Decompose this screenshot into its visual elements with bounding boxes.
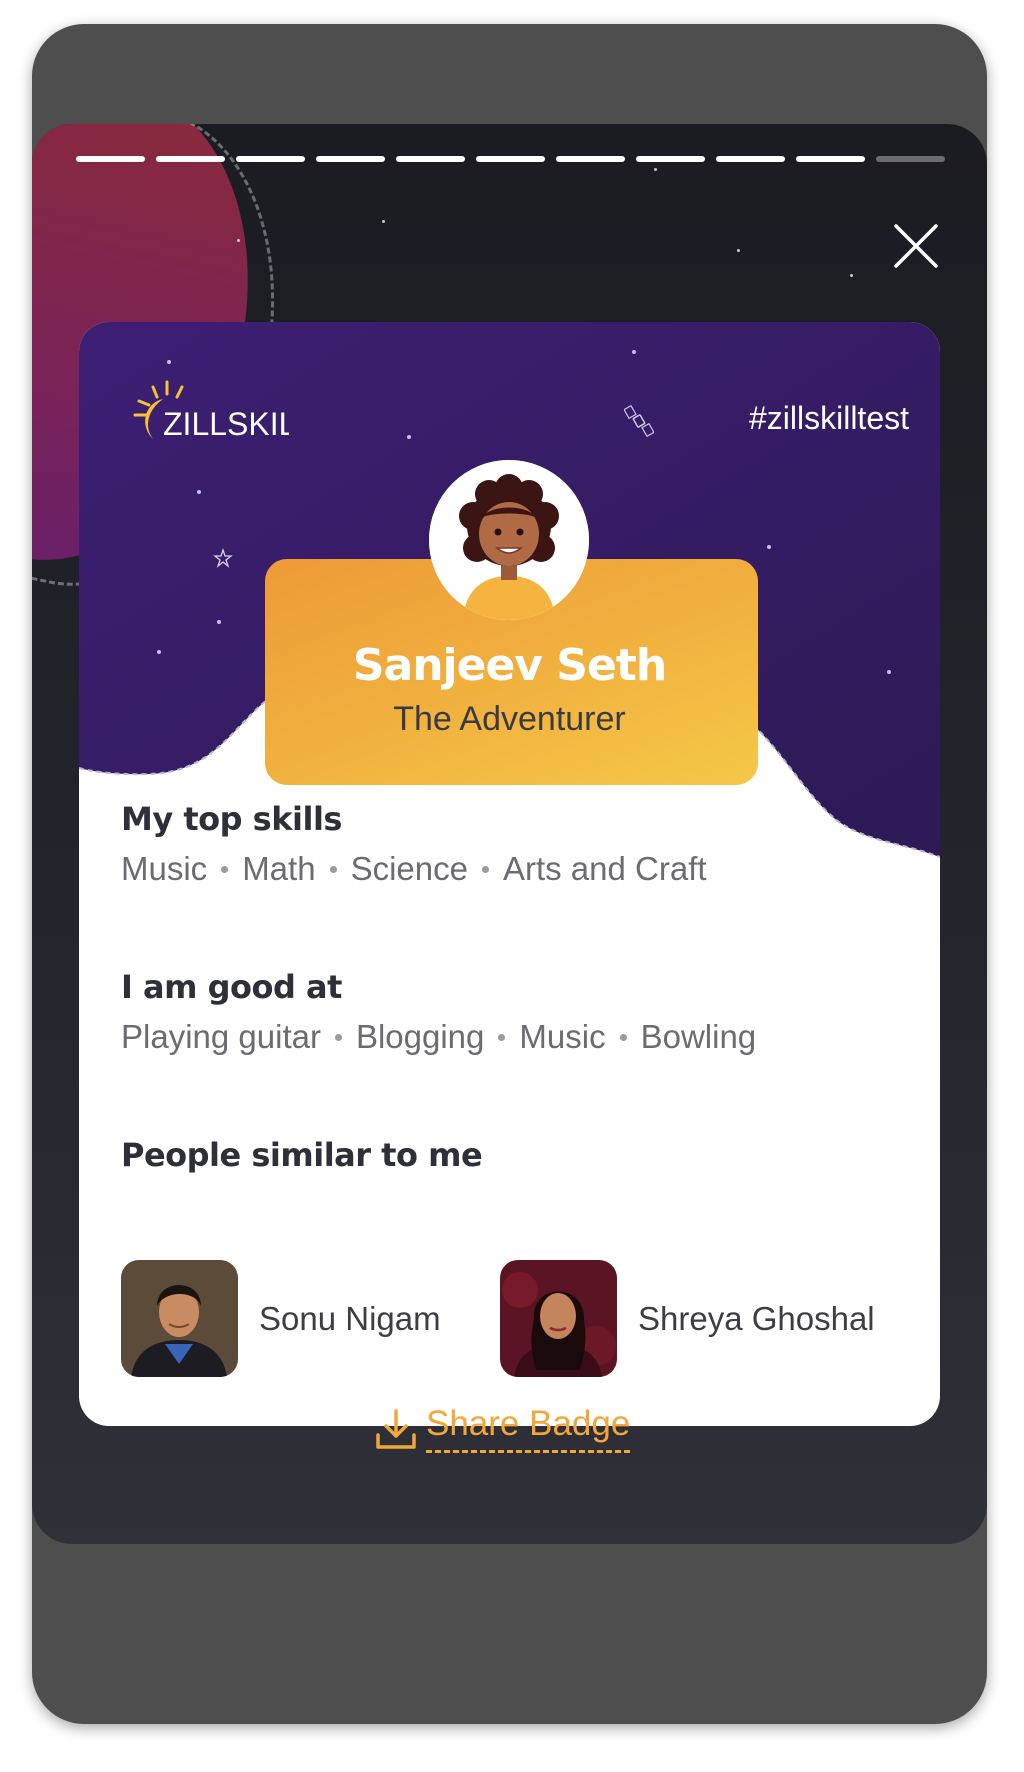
profile-title: The Adventurer	[393, 700, 626, 738]
progress-segment	[396, 156, 465, 162]
separator-dot	[498, 1033, 506, 1041]
hashtag-label: #zillskilltest	[748, 400, 909, 436]
separator-dot	[221, 865, 229, 873]
person-name: Shreya Ghoshal	[638, 1299, 875, 1337]
separator-dot	[481, 865, 489, 873]
good-at-item: Blogging	[355, 1018, 485, 1055]
separator-dot	[329, 865, 337, 873]
progress-segment	[476, 156, 545, 162]
separator-dot	[619, 1033, 627, 1041]
star	[850, 274, 853, 277]
zillskill-logo: ZILLSKILL	[129, 377, 314, 457]
logo-text: ZILLSKILL	[163, 406, 289, 442]
progress-segment	[796, 156, 865, 162]
user-avatar	[429, 460, 589, 620]
skill-item: Music	[121, 850, 208, 887]
satellite-icon	[623, 404, 655, 438]
good-at-list: Playing guitar Blogging Music Bowling	[121, 1018, 756, 1056]
share-badge-button[interactable]: Share Badge	[372, 1404, 631, 1453]
close-icon[interactable]	[892, 222, 940, 270]
person-photo	[500, 1260, 617, 1377]
star	[382, 220, 385, 223]
progress-segment	[716, 156, 785, 162]
skill-item: Science	[350, 850, 468, 887]
progress-segment	[156, 156, 225, 162]
progress-segment	[636, 156, 705, 162]
progress-segment	[236, 156, 305, 162]
star	[654, 168, 657, 171]
device-frame: ZILLSKILL #zillskilltest	[32, 24, 987, 1724]
share-badge-label: Share Badge	[426, 1404, 631, 1453]
person-photo	[121, 1260, 238, 1377]
story-view: ZILLSKILL #zillskilltest	[32, 124, 987, 1544]
similar-person-card: Sonu Nigam	[121, 1260, 441, 1377]
good-at-heading: I am good at	[121, 968, 342, 1006]
skill-item: Math	[242, 850, 316, 887]
good-at-item: Bowling	[640, 1018, 757, 1055]
badge-card: ZILLSKILL #zillskilltest	[79, 322, 940, 1426]
good-at-item: Music	[519, 1018, 606, 1055]
story-progress-bar	[76, 156, 945, 162]
progress-segment	[316, 156, 385, 162]
progress-segment	[76, 156, 145, 162]
star	[237, 239, 240, 242]
top-skills-list: Music Math Science Arts and Craft	[121, 850, 707, 888]
progress-segment-remaining	[876, 156, 945, 162]
separator-dot	[334, 1033, 342, 1041]
star	[737, 249, 740, 252]
similar-people-heading: People similar to me	[121, 1136, 483, 1174]
similar-person-card: Shreya Ghoshal	[500, 1260, 875, 1377]
top-skills-heading: My top skills	[121, 800, 342, 838]
skill-item: Arts and Craft	[502, 850, 707, 887]
progress-segment	[556, 156, 625, 162]
star-outline-icon	[213, 547, 233, 568]
good-at-item: Playing guitar	[121, 1018, 321, 1055]
profile-name: Sanjeev Seth	[352, 640, 667, 691]
download-icon	[376, 1408, 416, 1449]
person-name: Sonu Nigam	[259, 1299, 441, 1337]
